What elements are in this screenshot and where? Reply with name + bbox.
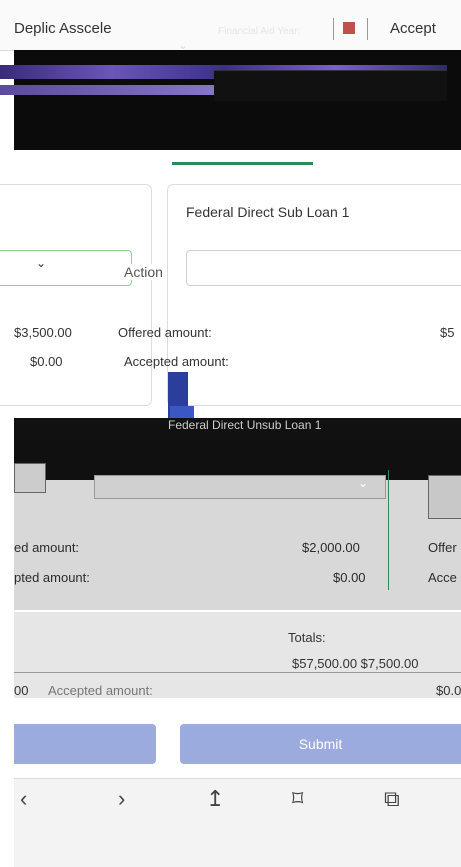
active-tab-indicator bbox=[172, 162, 313, 165]
offered-amount-value: $5 bbox=[440, 325, 455, 340]
divider bbox=[388, 470, 389, 590]
offered-amount-label: Offer bbox=[428, 540, 457, 555]
totals-value: 00 bbox=[14, 683, 29, 698]
accepted-amount-label: Accepted amount: bbox=[48, 683, 153, 698]
award-title: Federal Direct Unsub Loan 1 bbox=[168, 418, 322, 432]
chevron-down-icon[interactable]: ⌄ bbox=[178, 38, 188, 52]
award-card-left bbox=[0, 184, 152, 406]
totals-values: $57,500.00 $7,500.00 bbox=[292, 656, 419, 671]
tabs-icon[interactable]: ⧉ bbox=[384, 786, 400, 812]
bookmark-icon[interactable]: ⌑ bbox=[292, 786, 303, 812]
financial-aid-year-select[interactable] bbox=[214, 70, 447, 101]
submit-button[interactable]: Submit bbox=[180, 724, 461, 764]
financial-aid-year-label: Financial Aid Year: bbox=[218, 26, 301, 37]
alert-icon[interactable] bbox=[343, 22, 355, 34]
divider bbox=[333, 18, 334, 40]
action-label: Action bbox=[122, 264, 165, 280]
share-icon[interactable]: ↥ bbox=[206, 786, 224, 812]
offered-amount-label: Offered amount: bbox=[118, 325, 212, 340]
accepted-amount-label: Acce bbox=[428, 570, 457, 585]
divider bbox=[14, 672, 461, 673]
offered-amount-label: ed amount: bbox=[14, 540, 80, 555]
award-title: Federal Direct Sub Loan 1 bbox=[186, 204, 350, 220]
back-icon[interactable]: ‹ bbox=[20, 786, 27, 812]
divider bbox=[367, 18, 368, 40]
accepted-amount-label: Accepted amount: bbox=[124, 354, 229, 369]
forward-icon[interactable]: › bbox=[118, 786, 125, 812]
secondary-button[interactable] bbox=[14, 724, 156, 764]
action-select-left[interactable] bbox=[0, 250, 132, 286]
accepted-amount-value: $0.00 bbox=[333, 570, 366, 585]
accepted-amount-label: pted amount: bbox=[14, 570, 90, 585]
chevron-down-icon[interactable]: ⌄ bbox=[36, 256, 46, 270]
action-select[interactable] bbox=[94, 475, 386, 499]
action-select[interactable] bbox=[186, 250, 461, 286]
chevron-down-icon[interactable]: ⌄ bbox=[358, 476, 368, 490]
accept-link[interactable]: Accept bbox=[390, 20, 436, 37]
offered-amount-value: $3,500.00 bbox=[14, 325, 72, 340]
accepted-amount-value: $0.00 bbox=[30, 354, 63, 369]
action-select-right[interactable] bbox=[428, 475, 461, 519]
offered-amount-value: $2,000.00 bbox=[302, 540, 360, 555]
totals-label: Totals: bbox=[288, 630, 326, 645]
totals-value: $0.0 bbox=[436, 683, 461, 698]
page-title: Deplic Asscele bbox=[14, 20, 112, 37]
section-band bbox=[14, 440, 461, 480]
action-select-left[interactable] bbox=[14, 463, 46, 493]
